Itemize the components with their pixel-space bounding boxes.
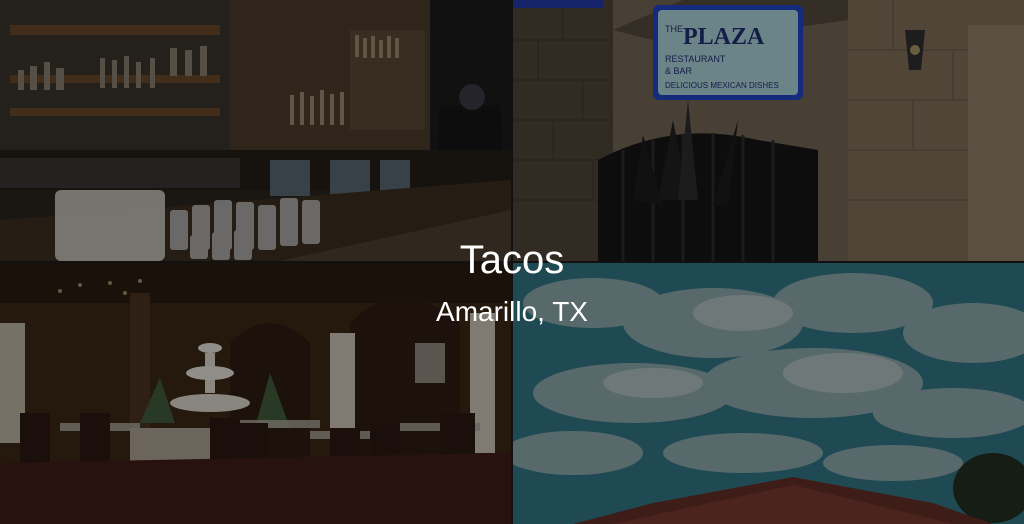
bar-photo [0,0,511,261]
bar-scene [0,0,511,261]
collage: THE PLAZA RESTAURANT & BAR DELICIOUS MEX… [0,0,1024,524]
overlay-title: Tacos [459,238,565,282]
storefront-scene: THE PLAZA RESTAURANT & BAR DELICIOUS MEX… [513,0,1024,261]
storefront-photo: THE PLAZA RESTAURANT & BAR DELICIOUS MEX… [513,0,1024,261]
overlay-subtitle: Amarillo, TX [436,296,588,327]
